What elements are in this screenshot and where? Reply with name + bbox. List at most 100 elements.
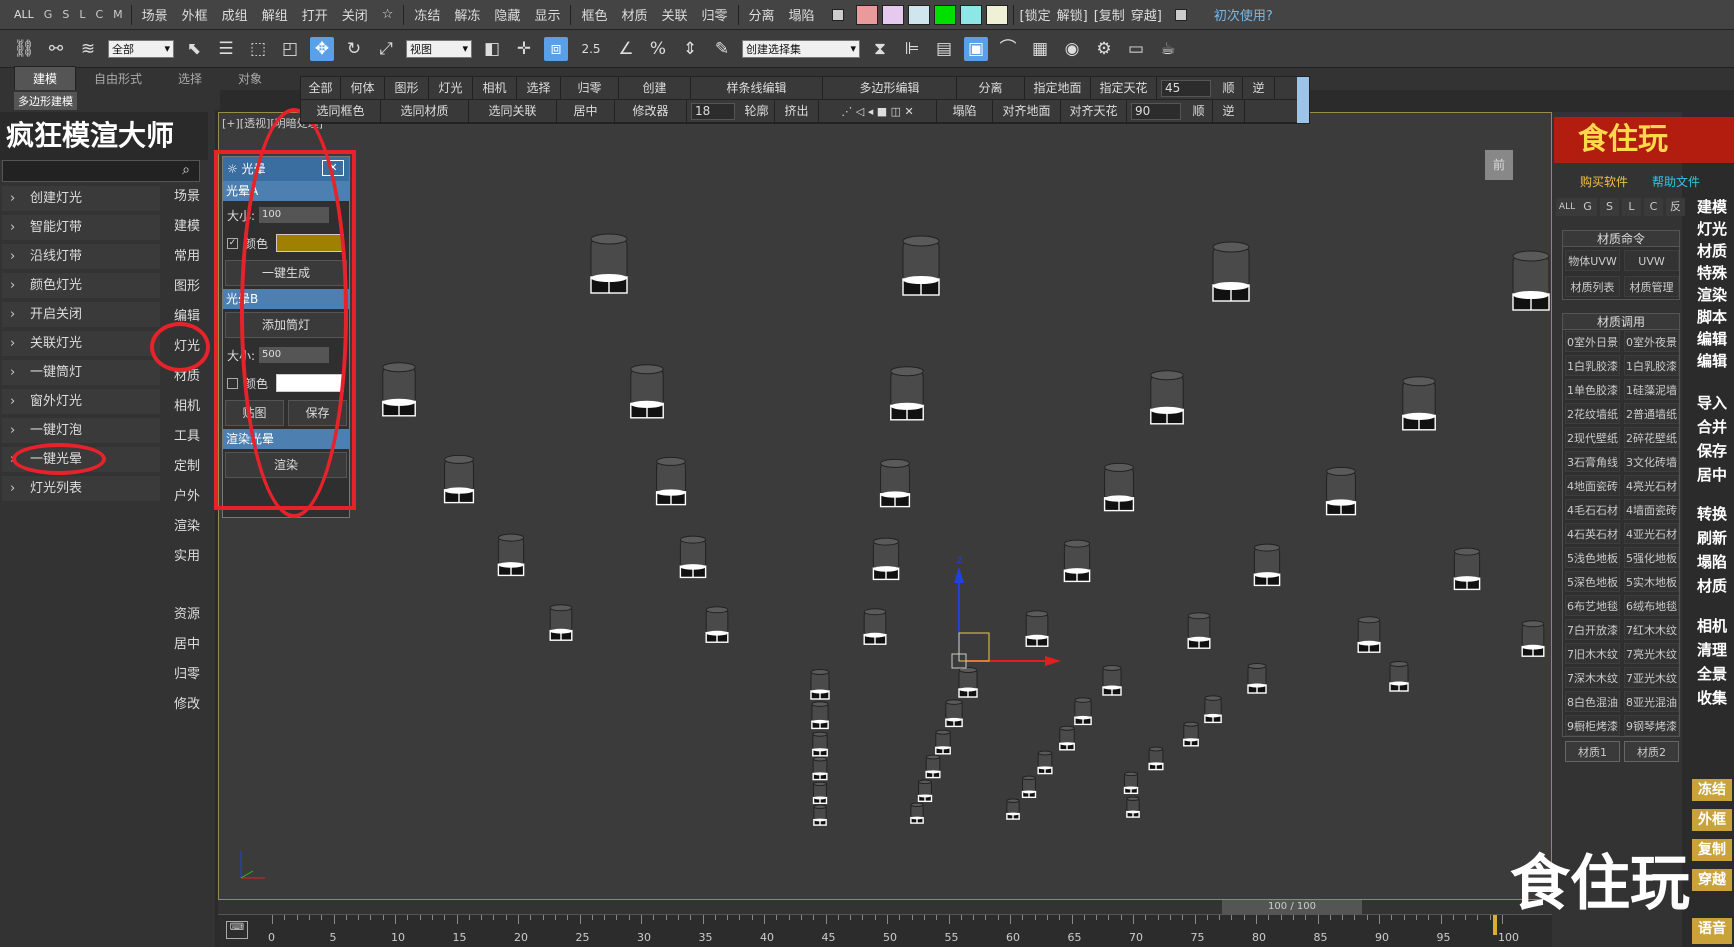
right-filter[interactable]: L (1622, 198, 1641, 216)
ribbon-tab[interactable]: 对象 (220, 67, 280, 90)
square-icon[interactable] (831, 8, 844, 21)
frame-indicator[interactable]: 100 / 100 (1222, 900, 1362, 914)
category-item[interactable]: 渲染 (165, 514, 209, 540)
reference-coord-dropdown[interactable]: 视图 ▾ (406, 39, 472, 58)
side-command-highlight[interactable]: 外框 (1692, 809, 1732, 831)
quick-button[interactable]: 指定地面 (1025, 76, 1091, 100)
right-filter[interactable]: G (1578, 198, 1597, 216)
category-item[interactable]: 居中 (165, 632, 209, 658)
material-item[interactable]: 7红木木纹 (1624, 619, 1679, 640)
menu-item[interactable]: 隐藏 (487, 5, 527, 24)
side-command[interactable]: 塌陷 (1690, 551, 1734, 572)
material-item[interactable]: 3文化砖墙 (1624, 451, 1679, 472)
selection-filter-dropdown[interactable]: 全部 ▾ (108, 39, 174, 58)
material-item[interactable]: 6布艺地毯 (1565, 595, 1620, 616)
material-item[interactable]: 5实木地板 (1624, 571, 1679, 592)
material-item[interactable]: 4亮光石材 (1624, 475, 1679, 496)
material-item[interactable]: 2普通墙纸 (1624, 403, 1679, 424)
menu-item[interactable]: 塌陷 (782, 5, 822, 24)
material-item[interactable]: 7亮光木纹 (1624, 643, 1679, 664)
select-object-icon[interactable]: ⬉ (182, 37, 206, 61)
material-item[interactable]: 9橱柜烤漆 (1565, 715, 1620, 736)
polygon-tools-icons[interactable]: ⋰ ◁ ◂ ■ ◫ ✕ (819, 99, 937, 123)
light-item[interactable]: › 窗外灯光 (2, 389, 160, 414)
right-filter[interactable]: C (1644, 198, 1663, 216)
lock-menu-item[interactable]: 穿越] (1128, 5, 1165, 24)
voice-button[interactable]: 语音 (1692, 918, 1732, 944)
quick-button[interactable]: 相机 (473, 76, 517, 100)
side-command[interactable]: 材质 (1690, 240, 1734, 261)
material-item[interactable]: 1硅藻泥墙 (1624, 379, 1679, 400)
time-slider[interactable]: 100 / 100 (218, 900, 1552, 914)
menu-item[interactable]: 分离 (742, 5, 782, 24)
side-command[interactable]: 建模 (1690, 196, 1734, 217)
ribbon-tab[interactable]: 选择 (160, 67, 220, 90)
scale-icon[interactable]: ⤢ (374, 37, 398, 61)
lock-menu-item[interactable]: [锁定 (1017, 5, 1054, 24)
material-item[interactable]: 7深木木纹 (1565, 667, 1620, 688)
ribbon-tab[interactable]: 自由形式 (76, 67, 160, 90)
quick-button[interactable]: 塌陷 (937, 99, 993, 123)
category-item[interactable]: 常用 (165, 244, 209, 270)
quick-button[interactable]: 图形 (385, 76, 429, 100)
render-production-icon[interactable]: ☕ (1156, 37, 1180, 61)
mirror-icon[interactable]: ⧗ (868, 37, 892, 61)
category-item[interactable]: 实用 (165, 544, 209, 570)
quick-button[interactable]: 对齐天花 (1061, 99, 1127, 123)
quick-button[interactable]: 何体 (341, 76, 385, 100)
quick-button[interactable]: 逆 (1213, 99, 1245, 123)
angle-input[interactable]: 45 (1161, 79, 1211, 97)
manipulate-icon[interactable]: ✛ (512, 37, 536, 61)
quickbar-scroll[interactable] (1297, 77, 1309, 123)
material-item[interactable]: 0室外日景 (1565, 331, 1620, 352)
side-command-highlight[interactable]: 复制 (1692, 839, 1732, 861)
category-item[interactable]: 户外 (165, 484, 209, 510)
side-command[interactable]: 清理 (1690, 639, 1734, 660)
value-input[interactable]: 18 (691, 102, 735, 120)
side-command[interactable]: 灯光 (1690, 218, 1734, 239)
color-swatch[interactable] (985, 4, 1008, 25)
star-icon[interactable]: ☆ (375, 7, 401, 22)
menu-item[interactable]: 材质 (614, 5, 654, 24)
menu-item[interactable]: 框色 (574, 5, 614, 24)
material-item[interactable]: 2碎花壁纸 (1624, 427, 1679, 448)
material-slot-button[interactable]: 材质1 (1565, 741, 1620, 762)
menu-item[interactable]: 关闭 (335, 5, 375, 24)
search-input[interactable] (2, 160, 200, 182)
category-item[interactable]: 定制 (165, 454, 209, 480)
light-item[interactable]: › 创建灯光 (2, 186, 160, 211)
bind-space-warp-icon[interactable]: ≋ (76, 37, 100, 61)
track-bar[interactable]: 0 5 10 15 20 25 30 35 40 45 50 55 60 65 70 75 80 85 90 95 10… (218, 914, 1552, 947)
rotate-icon[interactable]: ↻ (342, 37, 366, 61)
material-item[interactable]: 4墙面瓷砖 (1624, 499, 1679, 520)
quick-button[interactable]: 轮廓 (739, 99, 775, 123)
select-by-name-icon[interactable]: ☰ (214, 37, 238, 61)
side-command[interactable]: 材质 (1690, 575, 1734, 596)
toggle-ribbon-icon[interactable]: ▣ (964, 36, 988, 61)
rect-selection-icon[interactable]: ⬚ (246, 37, 270, 61)
menu-item[interactable]: 解组 (255, 5, 295, 24)
curve-editor-icon[interactable]: ⌒ (996, 37, 1020, 61)
light-item[interactable]: › 一键灯泡 (2, 418, 160, 443)
menu-item[interactable]: 关联 (654, 5, 694, 24)
material-item[interactable]: 9钢琴烤漆 (1624, 715, 1679, 736)
quick-button[interactable]: 灯光 (429, 76, 473, 100)
light-item[interactable]: › 一键筒灯 (2, 360, 160, 385)
ribbon-tab[interactable]: 建模 (14, 66, 77, 90)
menu-item[interactable]: 外框 (175, 5, 215, 24)
color-swatch[interactable] (933, 4, 956, 25)
help-file-link[interactable]: 帮助文件 (1652, 173, 1700, 190)
render-setup-icon[interactable]: ⚙ (1092, 37, 1116, 61)
category-item[interactable]: 建模 (165, 214, 209, 240)
side-command[interactable]: 渲染 (1690, 284, 1734, 305)
side-command[interactable]: 转换 (1690, 503, 1734, 524)
material-item[interactable]: 8亚光混油 (1624, 691, 1679, 712)
side-command-highlight[interactable]: 穿越 (1692, 869, 1732, 891)
material-item[interactable]: 7旧木木纹 (1565, 643, 1620, 664)
material-item[interactable]: 6绒布地毯 (1624, 595, 1679, 616)
material-item[interactable]: 3石膏角线 (1565, 451, 1620, 472)
category-item[interactable]: 场景 (165, 184, 209, 210)
material-item[interactable]: 7白开放漆 (1565, 619, 1620, 640)
color-swatch[interactable] (881, 4, 904, 25)
category-item[interactable]: 工具 (165, 424, 209, 450)
